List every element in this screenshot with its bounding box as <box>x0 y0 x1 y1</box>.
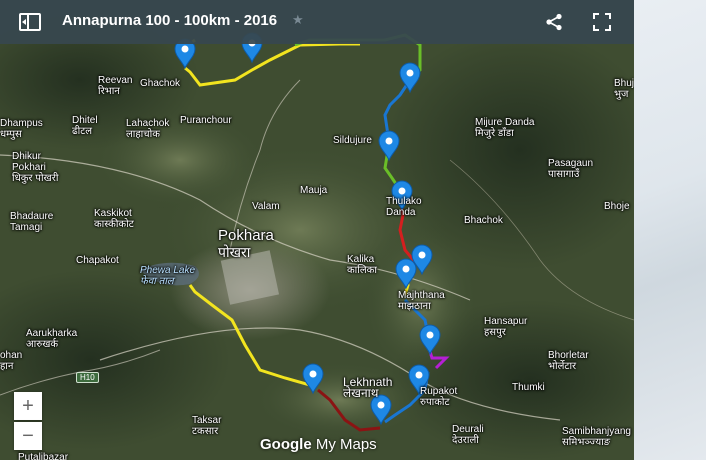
place-label: Pasagaun पासागाउँ <box>548 158 594 180</box>
place-label: Taksar टकसार <box>192 415 222 437</box>
place-label: Samibhanjyang समिभञ्ज्याङ <box>562 426 631 448</box>
place-label: Sildujure <box>333 135 372 146</box>
place-label-lake: Phewa Lake फेवा ताल <box>140 265 196 287</box>
map-canvas[interactable]: Bhuj भुज Reevan रिभान Ghachok Dhampus धम्पु… <box>0 0 634 460</box>
side-panel-background <box>634 0 706 460</box>
place-label: Rupakot रुपाकोट <box>420 386 458 408</box>
place-label: ohan हान <box>0 350 23 372</box>
place-label: Chapakot <box>76 255 119 266</box>
place-label: Mauja <box>300 185 328 196</box>
place-label: Majhthana माझठाना <box>398 290 445 312</box>
place-label: Bhoje <box>604 201 630 212</box>
place-label-city: Pokhara पोखरा <box>218 227 274 261</box>
place-label: Lekhnath लेखनाथ <box>343 375 393 400</box>
place-label: Thulako Danda <box>386 196 422 218</box>
place-label: Kalika कालिका <box>347 254 377 276</box>
place-label: Bhorletar भोर्लेटार <box>548 350 589 372</box>
place-label: Bhadaure Tamagi <box>10 211 54 233</box>
highway-shield: H10 <box>76 372 99 383</box>
place-label: Dhikur Pokhari धिकुर पोखरी <box>12 151 59 184</box>
place-label: Hansapur हसपुर <box>484 316 528 338</box>
header-bar: Annapurna 100 - 100km - 2016 ★ <box>0 0 634 44</box>
zoom-in-button[interactable]: + <box>14 392 42 420</box>
place-label: Aarukharka आरुखर्क <box>26 328 78 350</box>
place-label: Kaskikot कास्कीकोट <box>94 208 134 230</box>
place-label: Deurali देउराली <box>452 424 484 446</box>
place-label: Thumki <box>512 382 545 393</box>
place-label: Ghachok <box>140 78 181 89</box>
google-my-maps-logo: Google My Maps <box>260 436 377 453</box>
place-label: Bhuj भुज <box>614 78 634 100</box>
place-label: Dhitel ढीटल <box>72 115 98 137</box>
fullscreen-icon[interactable] <box>590 0 614 44</box>
share-icon[interactable] <box>542 0 566 44</box>
place-label: Dhampus धम्पुस <box>0 118 43 140</box>
place-label: Mijure Danda मिजुरे डाँडा <box>475 117 535 139</box>
place-label: Bhachok <box>464 215 503 226</box>
map-title: Annapurna 100 - 100km - 2016 <box>62 12 278 29</box>
place-label: Reevan रिभान <box>98 75 133 97</box>
place-label: Puranchour <box>180 115 232 126</box>
place-label: Putalibazar <box>18 452 69 460</box>
place-label: Lahachok लाहाचोक <box>126 118 170 140</box>
zoom-out-button[interactable]: − <box>14 422 42 450</box>
star-icon[interactable]: ★ <box>292 12 304 28</box>
toggle-legend-icon[interactable] <box>16 0 44 44</box>
place-label: Valam <box>252 201 280 212</box>
